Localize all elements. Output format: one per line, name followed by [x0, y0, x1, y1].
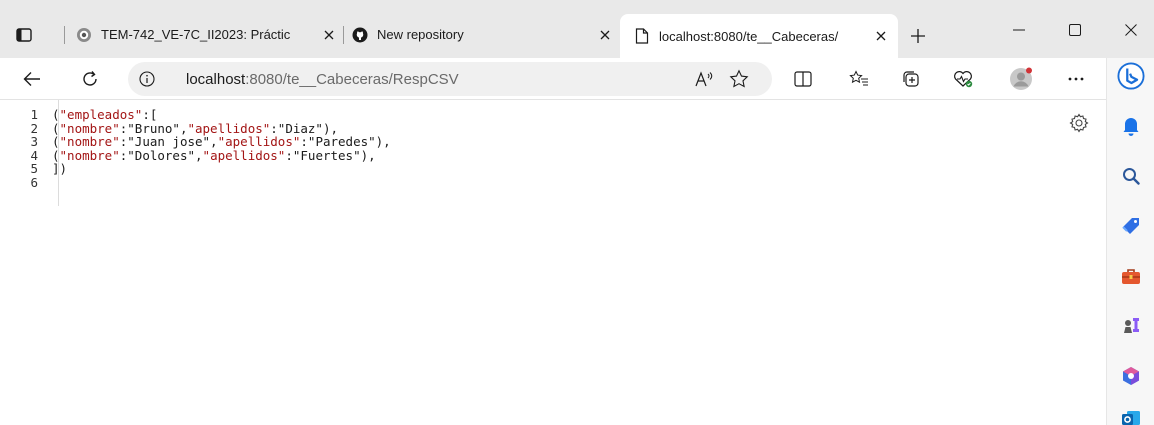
- site-info-icon[interactable]: [138, 70, 156, 88]
- line-number: 3: [30, 134, 38, 150]
- more-icon: [1068, 77, 1084, 81]
- line-number: 6: [30, 174, 38, 190]
- more-button[interactable]: [1062, 65, 1090, 93]
- search-button[interactable]: [1117, 162, 1145, 190]
- json-key: "apellidos": [187, 120, 271, 136]
- line-number: 1: [30, 107, 38, 122]
- split-screen-icon: [794, 71, 812, 87]
- json-key: "nombre": [59, 120, 120, 136]
- code-line: 6: [0, 176, 391, 190]
- profile-button[interactable]: [1007, 65, 1035, 93]
- refresh-button[interactable]: [76, 65, 104, 93]
- json-text: (: [52, 147, 60, 163]
- outlook-button[interactable]: [1117, 408, 1145, 425]
- json-text: :"Paredes"),: [300, 134, 391, 150]
- tab-localhost[interactable]: localhost:8080/te__Cabeceras/: [620, 14, 898, 58]
- browser-toolbar: localhost:8080/te__Cabeceras/RespCSV: [0, 58, 1154, 100]
- json-text: ]): [52, 161, 68, 177]
- url-host: localhost: [186, 71, 246, 88]
- office-icon: [1123, 367, 1139, 385]
- browser-essentials-icon: [954, 71, 973, 88]
- line-number: 5: [30, 161, 38, 177]
- favorites-icon: [849, 70, 868, 86]
- json-text: (: [52, 134, 60, 150]
- shopping-button[interactable]: [1117, 212, 1145, 240]
- maximize-button[interactable]: [1052, 18, 1098, 42]
- read-aloud-icon[interactable]: [694, 68, 716, 90]
- tools-briefcase-icon: [1122, 269, 1140, 284]
- moodle-icon: [76, 27, 92, 43]
- edge-sidebar: [1106, 58, 1154, 425]
- tab-moodle[interactable]: TEM-742_VE-7C_II2023: Práctic: [76, 17, 338, 52]
- tab-title: TEM-742_VE-7C_II2023: Práctic: [101, 27, 291, 42]
- json-key: "apellidos": [202, 147, 286, 163]
- close-icon[interactable]: [596, 26, 614, 44]
- tab-actions-icon[interactable]: [12, 26, 36, 44]
- close-window-button[interactable]: [1108, 18, 1154, 42]
- tools-button[interactable]: [1117, 262, 1145, 290]
- json-text: :"Dolores",: [119, 147, 203, 163]
- tab-separator: [343, 26, 344, 44]
- copilot-button[interactable]: [1117, 62, 1145, 90]
- tab-strip: TEM-742_VE-7C_II2023: Práctic New reposi…: [0, 0, 1154, 58]
- gear-icon[interactable]: [1068, 112, 1090, 134]
- tab-title: New repository: [377, 27, 464, 42]
- json-text: (: [52, 120, 60, 136]
- json-text: (: [52, 107, 60, 122]
- browser-essentials-button[interactable]: [949, 65, 977, 93]
- notifications-button[interactable]: [1117, 112, 1145, 140]
- json-text: :"Diaz"),: [270, 120, 339, 136]
- json-key: "nombre": [59, 134, 120, 150]
- address-bar[interactable]: localhost:8080/te__Cabeceras/RespCSV: [128, 62, 772, 96]
- json-text: :"Juan jose",: [119, 134, 218, 150]
- games-button[interactable]: [1117, 312, 1145, 340]
- outlook-icon: [1122, 411, 1140, 425]
- code-line: 2 ("nombre":"Bruno", "apellidos":"Diaz"),: [0, 120, 391, 136]
- json-text: :[: [142, 107, 158, 122]
- collections-icon: [903, 71, 919, 87]
- close-icon[interactable]: [320, 26, 338, 44]
- json-key: "empleados": [59, 107, 143, 122]
- back-icon: [23, 72, 40, 86]
- json-key: "apellidos": [217, 134, 301, 150]
- line-number: 2: [30, 120, 38, 136]
- plus-icon: [911, 29, 925, 43]
- games-icon: [1124, 318, 1139, 333]
- json-text: :"Fuertes"),: [285, 147, 376, 163]
- office-button[interactable]: [1117, 362, 1145, 390]
- url-path: :8080/te__Cabeceras/RespCSV: [245, 71, 459, 88]
- refresh-icon: [83, 71, 97, 86]
- github-icon: [352, 27, 368, 43]
- code-line: 5]): [0, 162, 391, 176]
- favorite-star-icon[interactable]: [728, 68, 750, 90]
- tab-title: localhost:8080/te__Cabeceras/: [659, 28, 839, 44]
- json-text: :"Bruno",: [119, 120, 188, 136]
- page-content: 1("empleados":[2("nombre":"Bruno", "apell…: [0, 100, 1096, 425]
- collections-button[interactable]: [897, 65, 925, 93]
- profile-icon: [1010, 67, 1032, 90]
- code-line: 1 ("empleados":[: [0, 108, 391, 122]
- split-screen-button[interactable]: [789, 65, 817, 93]
- address-url[interactable]: localhost:8080/te__Cabeceras/RespCSV: [186, 71, 459, 88]
- tab-github[interactable]: New repository: [352, 17, 614, 52]
- copilot-icon: [1117, 62, 1145, 90]
- close-icon[interactable]: [872, 27, 890, 45]
- favorites-button[interactable]: [845, 65, 873, 93]
- minimize-button[interactable]: [996, 18, 1042, 42]
- page-icon: [634, 28, 650, 44]
- notifications-icon: [1123, 118, 1139, 136]
- code-line: 4 ("nombre":"Dolores", "apellidos":"Fuerte…: [0, 149, 391, 163]
- search-icon: [1123, 168, 1140, 185]
- code-line: 3 ("nombre":"Juan jose", "apellidos":"Pare…: [0, 134, 391, 150]
- json-key: "nombre": [59, 147, 120, 163]
- back-button[interactable]: [18, 65, 46, 93]
- line-number: 4: [30, 147, 38, 163]
- tab-separator: [64, 26, 65, 44]
- new-tab-button[interactable]: [906, 24, 930, 48]
- json-source-view[interactable]: 1("empleados":[2("nombre":"Bruno", "apell…: [0, 108, 391, 190]
- shopping-tag-icon: [1122, 218, 1139, 234]
